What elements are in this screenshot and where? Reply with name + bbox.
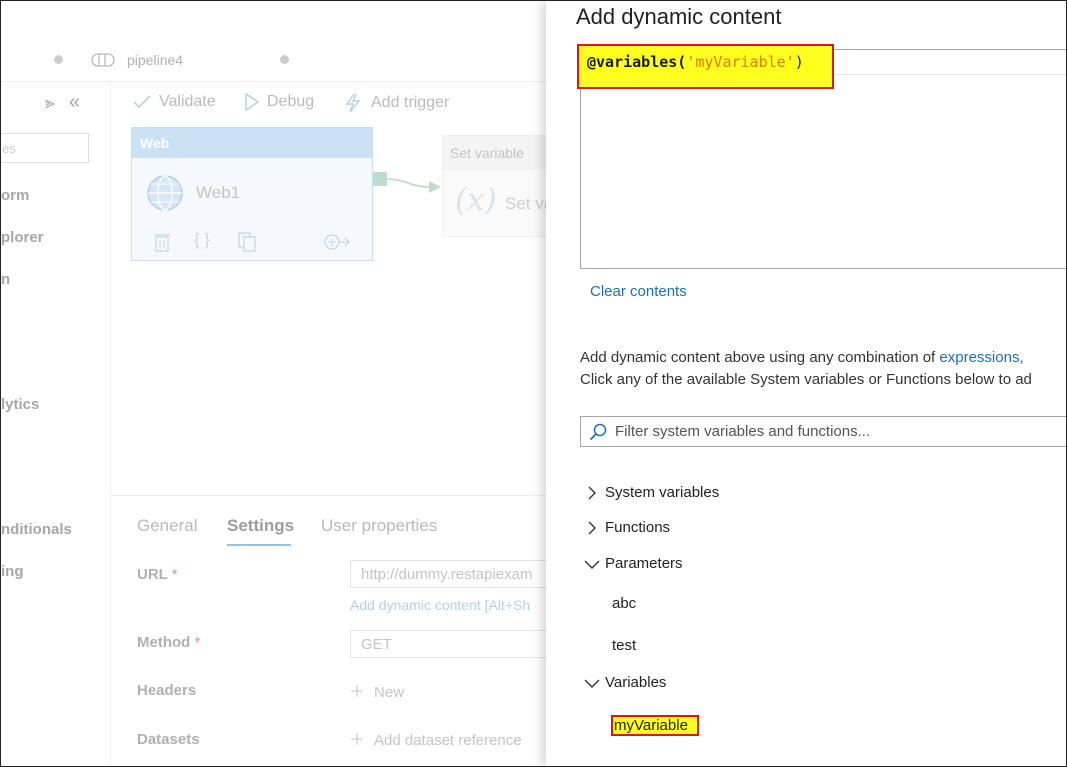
section-parameters[interactable]: Parameters <box>582 555 683 572</box>
dependency-arrow-icon <box>387 178 441 193</box>
url-label: URL * <box>137 566 178 583</box>
pipeline-toolbar: Validate Debug Add trigger <box>111 81 546 125</box>
lightning-icon <box>345 93 361 113</box>
datasets-label: Datasets <box>137 731 200 748</box>
add-trigger-button[interactable]: Add trigger <box>343 93 449 113</box>
activity-properties-panel: General Settings User properties URL * h… <box>111 495 580 766</box>
chevron-down-icon <box>584 679 600 688</box>
plus-icon: + <box>350 726 365 753</box>
sidenav-item[interactable]: lytics <box>1 396 39 413</box>
sidenav-item[interactable]: n <box>1 271 10 288</box>
chevron-right-icon <box>588 486 596 499</box>
play-icon <box>245 93 259 111</box>
collapse-pane-icon[interactable]: « <box>69 91 80 114</box>
add-output-icon[interactable] <box>324 234 350 250</box>
validate-button[interactable]: Validate <box>133 93 216 111</box>
section-system-variables[interactable]: System variables <box>582 484 719 501</box>
chevron-down-icon <box>584 560 600 569</box>
variable-item-myvariable[interactable]: myVariable <box>614 717 688 734</box>
tab-pipeline4[interactable]: pipeline4 <box>91 39 183 81</box>
tab-label: pipeline4 <box>127 52 184 68</box>
help-text: Add dynamic content above using any comb… <box>580 349 1032 388</box>
sidenav-item[interactable]: plorer <box>1 229 44 246</box>
activity-type-label: Web <box>132 128 372 158</box>
parameter-item[interactable]: test <box>612 637 636 654</box>
pipeline-icon <box>91 53 115 67</box>
pipeline-editor: pipeline4 ⪢ « es orm plorer n lytics ndi… <box>1 1 580 766</box>
debug-button[interactable]: Debug <box>245 93 314 111</box>
expression-text[interactable]: @variables('myVariable') <box>587 53 804 71</box>
web-activity-card[interactable]: Web Web1 { } <box>131 127 373 261</box>
add-dataset-reference-button[interactable]: + Add dataset reference <box>350 726 522 754</box>
activity-name: Web1 <box>196 183 241 202</box>
method-label: Method * <box>137 634 201 651</box>
checkmark-icon <box>133 95 151 109</box>
copy-icon[interactable] <box>238 232 256 252</box>
globe-icon <box>147 175 183 211</box>
plus-icon: + <box>350 678 365 705</box>
search-icon <box>589 423 607 440</box>
tab-strip: pipeline4 <box>1 39 546 82</box>
variable-x-icon: (x) <box>455 182 497 218</box>
collapse-all-icon[interactable]: ⪢ <box>45 93 55 113</box>
set-variable-activity-card[interactable]: Set variable (x) Set va <box>442 135 553 237</box>
filter-input[interactable]: Filter system variables and functions... <box>580 416 1066 447</box>
active-tab-indicator <box>227 544 291 546</box>
activity-type-label: Set variable <box>443 136 551 170</box>
tab-general[interactable]: General <box>137 516 197 536</box>
parameter-item[interactable]: abc <box>612 595 636 612</box>
chevron-right-icon <box>588 521 596 534</box>
expressions-link[interactable]: expressions, <box>939 349 1023 366</box>
tab-settings[interactable]: Settings <box>227 516 294 536</box>
sidenav-item[interactable]: ing <box>1 563 24 580</box>
success-output-handle[interactable] <box>373 172 387 186</box>
app-frame: pipeline4 ⪢ « es orm plorer n lytics ndi… <box>0 0 1067 767</box>
sidenav-item[interactable]: nditionals <box>1 521 72 538</box>
code-braces-icon[interactable]: { } <box>194 230 210 250</box>
factory-resources-pane: ⪢ « es orm plorer n lytics nditionals in… <box>1 81 111 766</box>
add-dynamic-content-panel: Add dynamic content @variables('myVariab… <box>546 1 1066 766</box>
section-variables[interactable]: Variables <box>582 674 666 691</box>
sidenav-item[interactable]: orm <box>1 187 29 204</box>
add-header-button[interactable]: + New <box>350 678 404 706</box>
resource-search-input[interactable]: es <box>1 133 89 163</box>
headers-label: Headers <box>137 682 197 699</box>
unsaved-dot-icon <box>54 55 63 64</box>
trash-icon[interactable] <box>154 232 170 252</box>
clear-contents-link[interactable]: Clear contents <box>590 283 687 300</box>
panel-title: Add dynamic content <box>576 4 782 29</box>
add-dynamic-content-link[interactable]: Add dynamic content [Alt+Sh <box>350 597 530 613</box>
tab-user-properties[interactable]: User properties <box>321 516 437 536</box>
section-functions[interactable]: Functions <box>582 519 670 536</box>
unsaved-dot-icon <box>280 55 289 64</box>
